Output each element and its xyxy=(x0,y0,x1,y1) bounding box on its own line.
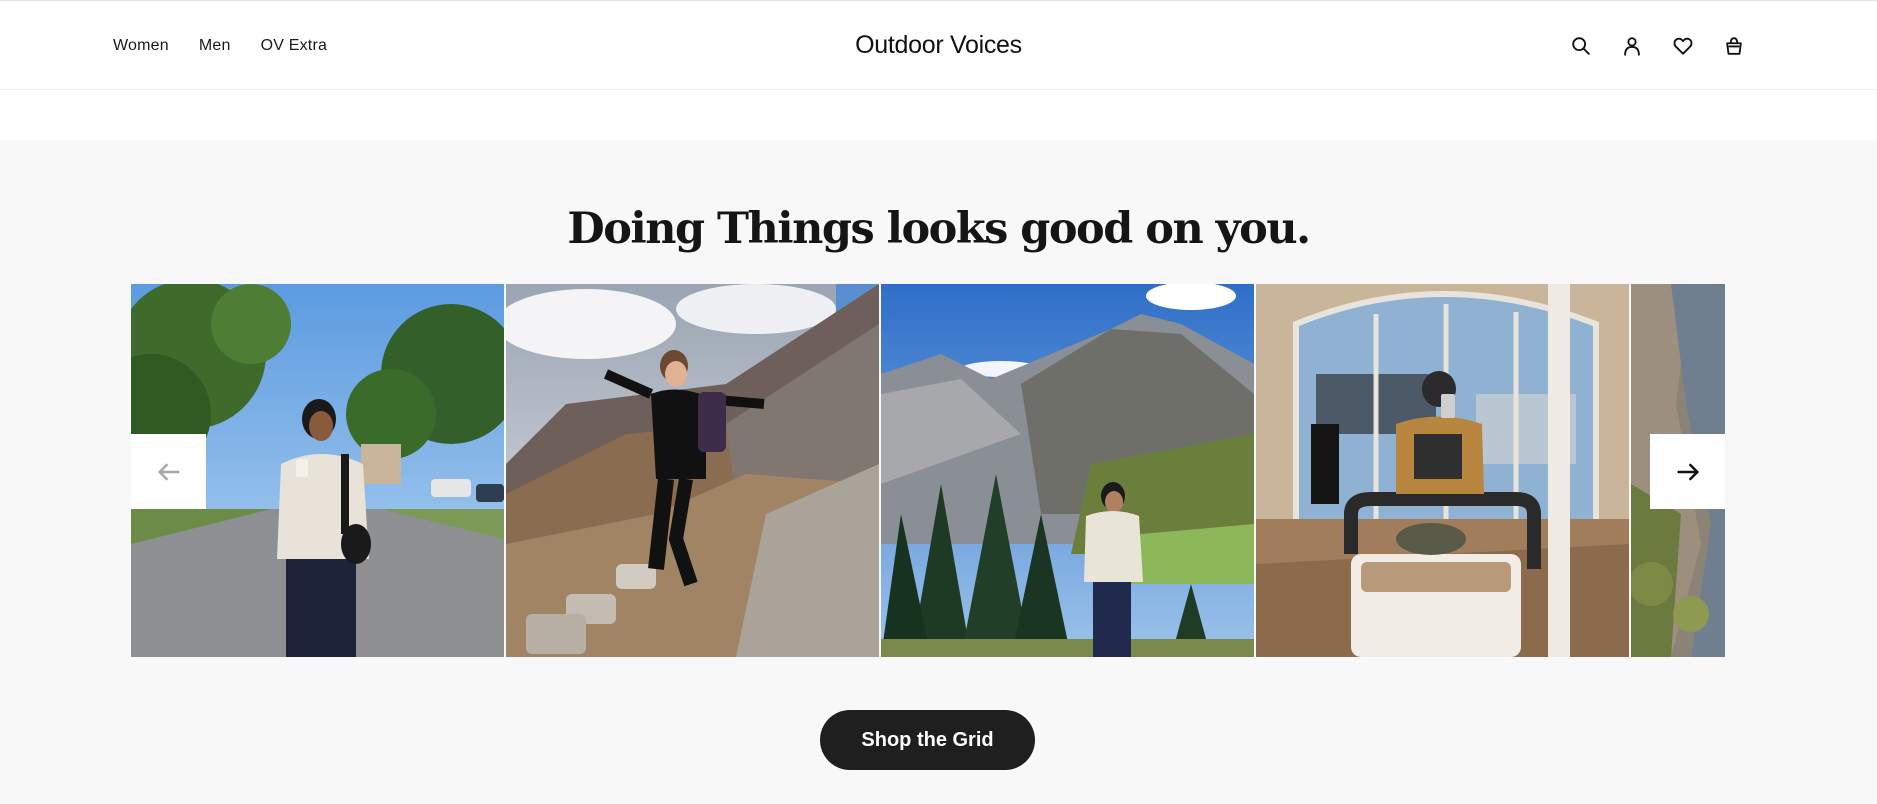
photo-carousel[interactable] xyxy=(131,284,1725,657)
site-header: Women Men OV Extra Outdoor Voices xyxy=(0,1,1877,90)
ugc-gallery-section: Doing Things looks good on you. Shop the… xyxy=(0,140,1877,804)
shop-the-grid-button[interactable]: Shop the Grid xyxy=(820,710,1035,770)
nav-link-women[interactable]: Women xyxy=(113,37,169,55)
search-icon[interactable] xyxy=(1568,33,1594,59)
photo-woman-pilates-studio[interactable] xyxy=(1256,284,1629,657)
cart-icon[interactable] xyxy=(1721,33,1747,59)
utility-nav xyxy=(1568,1,1747,90)
nav-link-men[interactable]: Men xyxy=(199,37,231,55)
carousel-prev-button[interactable] xyxy=(131,434,206,509)
photo-man-mountain-view[interactable] xyxy=(881,284,1254,657)
section-title: Doing Things looks good on you. xyxy=(567,204,1311,254)
photo-woman-jumping-trail[interactable] xyxy=(506,284,879,657)
brand-logo[interactable]: Outdoor Voices xyxy=(855,31,1022,60)
nav-link-ov-extra[interactable]: OV Extra xyxy=(261,37,328,55)
photo-man-mountain-view-image xyxy=(881,284,1254,657)
primary-nav: Women Men OV Extra xyxy=(113,1,327,90)
account-icon[interactable] xyxy=(1619,33,1645,59)
carousel-next-button[interactable] xyxy=(1650,434,1725,509)
wishlist-icon[interactable] xyxy=(1670,33,1696,59)
photo-woman-jumping-trail-image xyxy=(506,284,879,657)
arrow-left-icon xyxy=(157,463,180,480)
arrow-right-icon xyxy=(1676,463,1699,480)
photo-woman-pilates-studio-image xyxy=(1256,284,1629,657)
